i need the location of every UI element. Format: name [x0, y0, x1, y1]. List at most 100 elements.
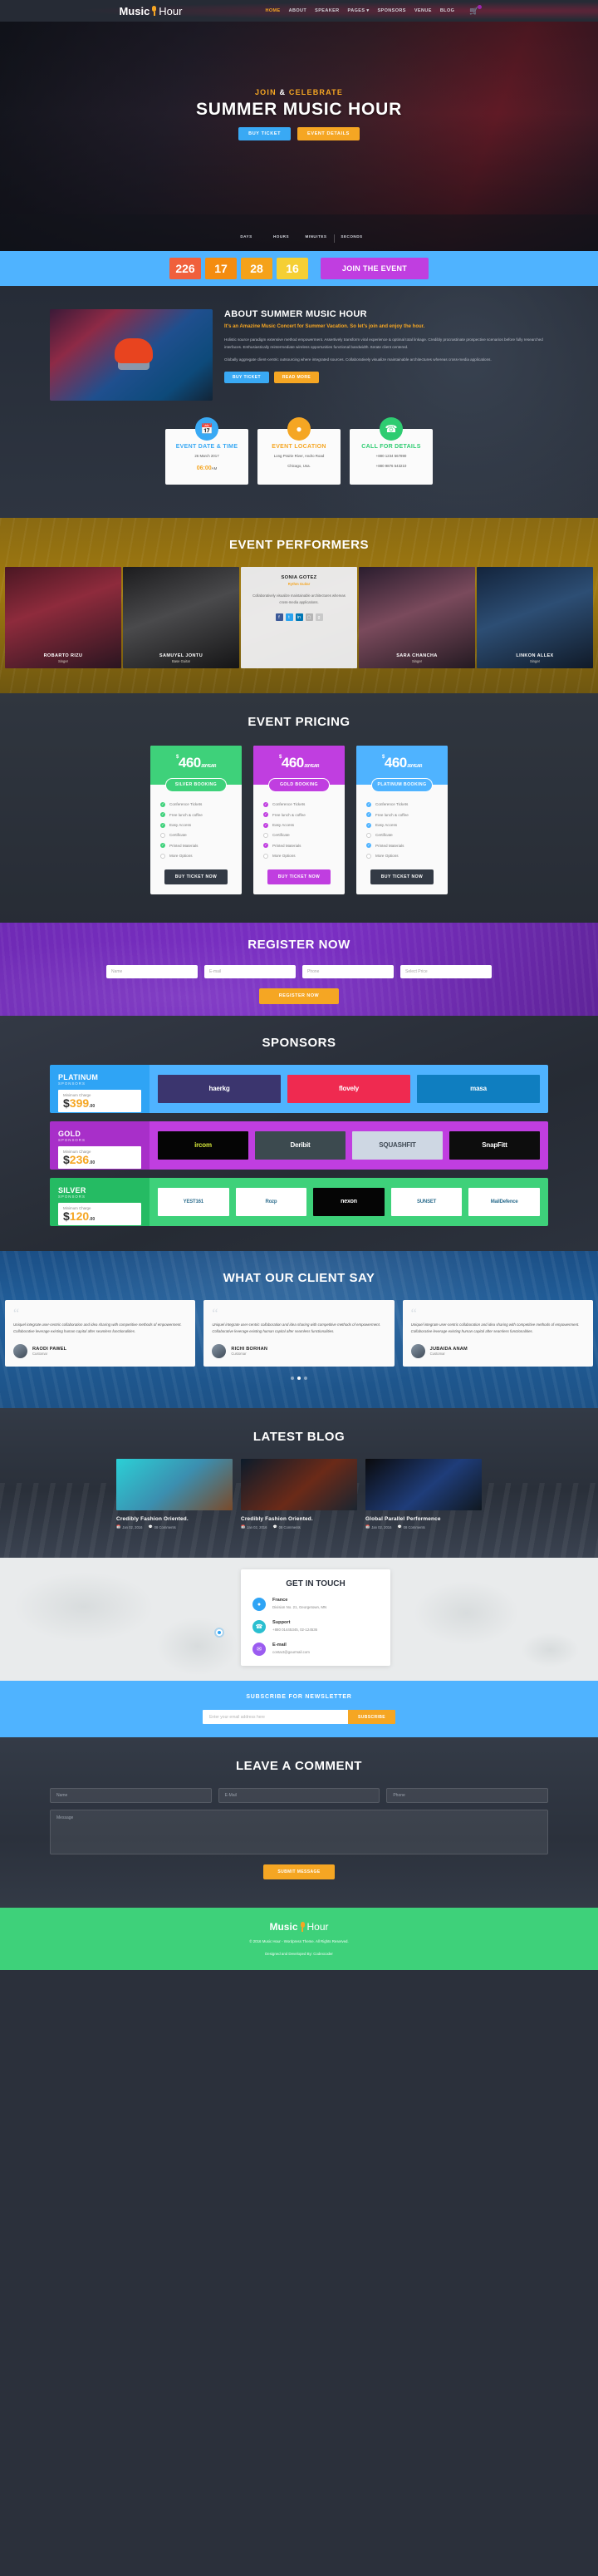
performer-card[interactable]: SAMUYEL JONTU Base Guitar	[123, 566, 239, 668]
pricing-feature-list: Conference Tickets Free lunch & coffee E…	[150, 800, 242, 861]
feature-label: Easy Access	[169, 823, 192, 828]
performer-card[interactable]: ROBARTO RIZU Singer	[5, 566, 121, 668]
site-logo[interactable]: Music Hour	[119, 5, 182, 17]
blog-post-card[interactable]: Credibly Fashion Oriented. 📅 Jan 02, 201…	[116, 1459, 233, 1529]
performer-card[interactable]: LINKON ALLEX Singer	[477, 566, 593, 668]
sponsor-tier-name: PLATINUM	[58, 1072, 99, 1081]
performer-role: Base Guitar	[171, 658, 191, 663]
check-icon	[263, 801, 268, 807]
sponsor-logo[interactable]: SnapFitt	[449, 1130, 540, 1160]
feature-item: Conference Tickets	[160, 800, 232, 810]
quote-icon: “	[212, 1306, 218, 1321]
hero-banner: JOIN & CELEBRATE SUMMER MUSIC HOUR BUY T…	[0, 22, 598, 251]
register-now-button[interactable]: REGISTER NOW	[259, 988, 339, 1004]
blog-section: LATEST BLOG Credibly Fashion Oriented. 📅…	[0, 1408, 598, 1559]
sponsor-logo[interactable]: ircom	[158, 1130, 248, 1160]
feature-label: Certificate	[272, 833, 290, 838]
blog-post-date: 📅 Jan 02, 2016	[116, 1524, 143, 1529]
price-amount: 460	[281, 754, 304, 771]
check-icon	[160, 812, 165, 818]
submit-message-button[interactable]: SUBMIT MESSAGE	[263, 1864, 335, 1880]
blog-post-card[interactable]: Global Parallel Performence 📅 Jan 02, 20…	[365, 1459, 482, 1529]
comment-email-input[interactable]	[218, 1788, 380, 1804]
pricing-section: EVENT PRICING $460.00/YEAR SILVER BOOKIN…	[0, 692, 598, 923]
blog-post-card[interactable]: Credibly Fashion Oriented. 📅 Jan 02, 201…	[241, 1459, 357, 1529]
sponsor-logo[interactable]: flovely	[287, 1074, 410, 1103]
hero-subtitle: JOIN & CELEBRATE	[0, 88, 598, 96]
subscribe-button[interactable]: SUBSCRIBE	[347, 1710, 396, 1725]
performer-name: ROBARTO RIZU	[43, 653, 83, 658]
info-card-title-call: CALL FOR DETAILS	[361, 444, 421, 450]
register-email-input[interactable]	[204, 964, 296, 978]
register-phone-input[interactable]	[302, 964, 394, 978]
instagram-icon[interactable]: ▢	[305, 613, 313, 622]
sponsor-charge-box: Minimum Charge $399.00	[58, 1089, 141, 1112]
nav-item-speaker[interactable]: SPEAKER	[315, 8, 339, 13]
register-price-select[interactable]	[400, 964, 492, 978]
unchecked-icon	[366, 853, 371, 859]
feature-label: Free lunch & coffee	[272, 812, 306, 817]
comment-name-input[interactable]	[50, 1788, 212, 1804]
sponsor-logo[interactable]: nexon	[313, 1187, 385, 1216]
countdown-seconds-value: 16	[277, 258, 308, 279]
sponsor-logo[interactable]: Deribit	[255, 1130, 346, 1160]
nav-item-about[interactable]: ABOUT	[289, 8, 307, 13]
feature-label: Easy Access	[272, 823, 295, 828]
performer-card[interactable]: SARA CHANCHA Singer	[359, 566, 475, 668]
feature-label: Printed Materials	[272, 843, 301, 848]
sponsor-logo[interactable]: SUNSET	[390, 1187, 463, 1216]
google-plus-icon[interactable]: g	[315, 613, 323, 622]
shopping-cart-icon[interactable]: 🛒	[469, 4, 482, 16]
nav-item-sponsors[interactable]: SPONSORS	[377, 8, 405, 13]
performer-role: Rythm Guitar	[287, 581, 311, 586]
join-the-event-button[interactable]: JOIN THE EVENT	[321, 258, 429, 279]
info-card-date-line1: 26 March 2017	[194, 454, 219, 458]
info-card-call: ☎ CALL FOR DETAILS +880 1234 567890 +880…	[350, 417, 433, 485]
sponsor-logo[interactable]: SQUASHFIT	[352, 1130, 443, 1160]
buy-ticket-now-button-silver[interactable]: BUY TICKET NOW	[164, 869, 228, 884]
nav-item-blog[interactable]: BLOG	[440, 8, 455, 13]
carousel-dot[interactable]	[304, 1377, 307, 1381]
feature-label: Printed Materials	[375, 843, 404, 848]
performer-card-active[interactable]: SONIA GOTEZ Rythm Guitar Collaboratively…	[241, 566, 357, 668]
contact-title: GET IN TOUCH	[286, 1579, 346, 1589]
comment-message-textarea[interactable]	[50, 1810, 548, 1855]
hero-subtitle-a: JOIN	[254, 88, 280, 96]
sponsor-tier-sub: SPONSORS	[58, 1137, 86, 1142]
feature-item: Free lunch & coffee	[263, 810, 335, 820]
register-name-input[interactable]	[106, 964, 198, 978]
feature-item: Printed Materials	[263, 840, 335, 850]
linkedin-icon[interactable]: in	[295, 613, 303, 622]
sponsor-tier-name: GOLD	[58, 1129, 81, 1138]
feature-item: Easy Access	[366, 820, 438, 830]
sponsor-logo[interactable]: MailDefence	[468, 1187, 540, 1216]
nav-item-home[interactable]: HOME	[265, 8, 280, 13]
blog-post-comments: 💬 08 Comments	[272, 1524, 301, 1529]
sponsor-logo[interactable]: Rozp	[235, 1187, 307, 1216]
footer-logo[interactable]: Music Hour	[0, 1921, 598, 1933]
feature-item: More Options	[366, 851, 438, 861]
about-read-more-button[interactable]: READ MORE	[273, 371, 320, 383]
buy-ticket-now-button-gold[interactable]: BUY TICKET NOW	[267, 869, 331, 884]
sponsor-logo[interactable]: masa	[417, 1074, 540, 1103]
twitter-icon[interactable]: t	[285, 613, 293, 622]
carousel-dot-active[interactable]	[297, 1377, 301, 1381]
sponsor-logo[interactable]: YEST161	[158, 1187, 229, 1216]
buy-ticket-now-button-platinum[interactable]: BUY TICKET NOW	[370, 869, 434, 884]
event-details-button[interactable]: EVENT DETAILS	[297, 127, 360, 140]
newsletter-email-input[interactable]	[202, 1710, 348, 1725]
carousel-dot[interactable]	[291, 1377, 294, 1381]
pricing-tag: PLATINUM BOOKING	[371, 777, 433, 792]
facebook-icon[interactable]: f	[275, 613, 283, 622]
comment-title: LEAVE A COMMENT	[236, 1759, 362, 1774]
price-cents: .00/YEAR	[406, 763, 423, 769]
nav-item-pages[interactable]: PAGES ▾	[348, 8, 370, 13]
about-buy-ticket-button[interactable]: BUY TICKET	[224, 371, 269, 383]
contact-item-email: ✉ E-mail contact@gourmail.com	[252, 1643, 379, 1657]
sponsor-logo[interactable]: haerkg	[158, 1074, 281, 1103]
buy-ticket-button[interactable]: BUY TICKET	[238, 127, 292, 140]
nav-item-venue[interactable]: VENUE	[414, 8, 432, 13]
comment-phone-input[interactable]	[386, 1788, 549, 1804]
performers-section: EVENT PERFORMERS ROBARTO RIZU Singer SAM…	[0, 517, 598, 693]
feature-item: Certificate	[160, 830, 232, 840]
